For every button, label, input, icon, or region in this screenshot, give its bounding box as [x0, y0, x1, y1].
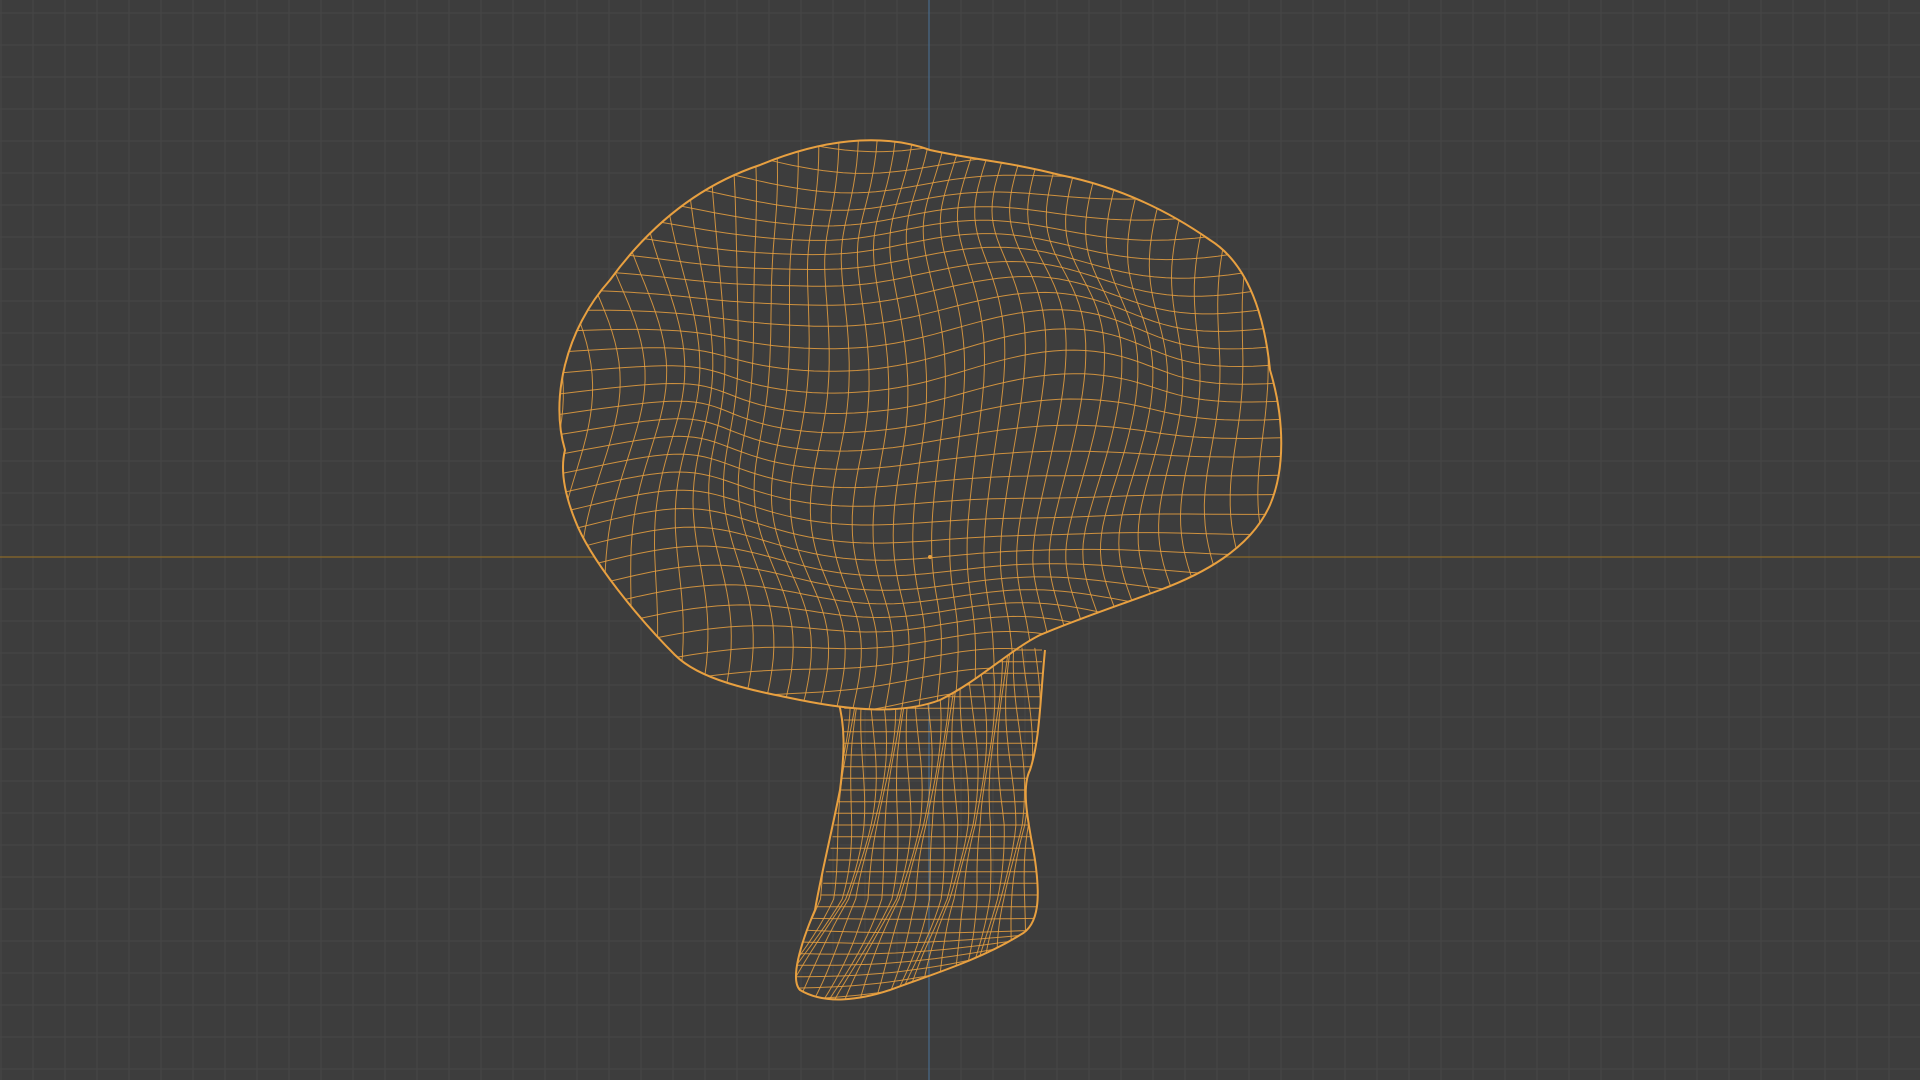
wire-edge [559, 140, 564, 710]
mushroom-cap-wireframe[interactable] [473, 81, 1358, 780]
wire-edge [1309, 98, 1339, 758]
wire-edge [806, 917, 1043, 920]
wire-edge [1287, 96, 1322, 766]
wire-edge [514, 716, 1322, 778]
viewport-canvas[interactable] [0, 0, 1920, 1080]
wire-edge [798, 929, 1043, 934]
wire-edge [795, 949, 1043, 1000]
object-origin[interactable] [928, 555, 932, 559]
mushroom-mesh[interactable] [473, 81, 1358, 1010]
3d-viewport[interactable] [0, 0, 1920, 1080]
wire-edge [559, 140, 1282, 153]
wire-edge [523, 81, 1341, 128]
wire-edge [1320, 100, 1356, 747]
